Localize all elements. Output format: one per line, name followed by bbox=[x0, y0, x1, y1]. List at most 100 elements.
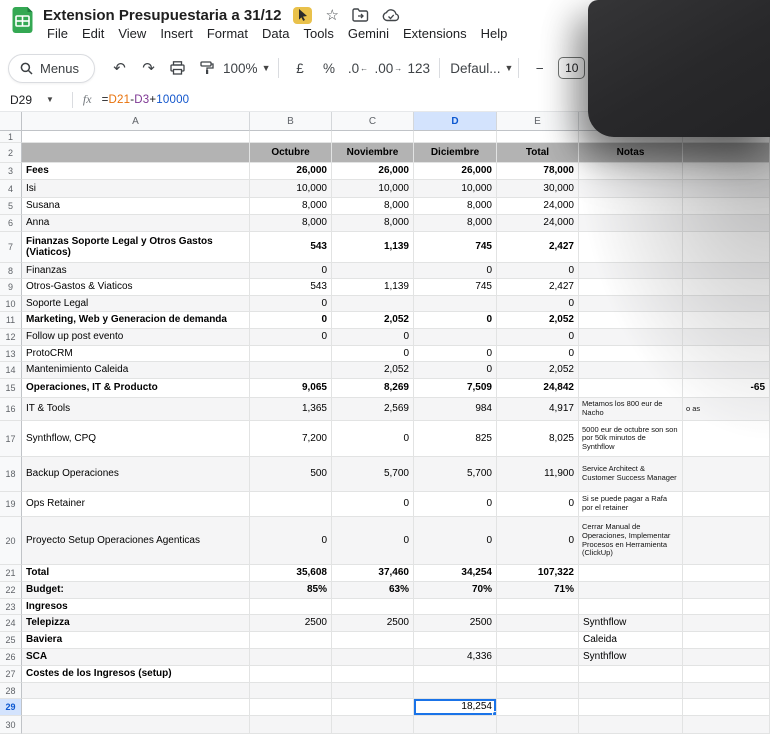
redo-button[interactable]: ↷ bbox=[136, 56, 161, 80]
cell-D16[interactable]: 984 bbox=[414, 398, 497, 421]
cell-E18[interactable]: 11,900 bbox=[497, 457, 579, 492]
cell-C6[interactable]: 8,000 bbox=[332, 215, 414, 232]
cell-C13[interactable]: 0 bbox=[332, 346, 414, 362]
cell-E4[interactable]: 30,000 bbox=[497, 180, 579, 198]
cell-D23[interactable] bbox=[414, 599, 497, 615]
cell-E24[interactable] bbox=[497, 615, 579, 632]
cell-G26[interactable] bbox=[683, 649, 770, 666]
cell-B1[interactable] bbox=[250, 131, 332, 143]
cell-B9[interactable]: 543 bbox=[250, 279, 332, 296]
cell-C3[interactable]: 26,000 bbox=[332, 163, 414, 180]
document-title[interactable]: Extension Presupuestaria a 31/12 bbox=[43, 7, 281, 24]
row-header-28[interactable]: 28 bbox=[0, 683, 22, 699]
cell-A23[interactable]: Ingresos bbox=[22, 599, 250, 615]
cell-A28[interactable] bbox=[22, 683, 250, 699]
cell-D8[interactable]: 0 bbox=[414, 263, 497, 279]
cell-B13[interactable] bbox=[250, 346, 332, 362]
cell-C11[interactable]: 2,052 bbox=[332, 312, 414, 329]
row-header-21[interactable]: 21 bbox=[0, 565, 22, 582]
cell-E29[interactable] bbox=[497, 699, 579, 716]
cell-E6[interactable]: 24,000 bbox=[497, 215, 579, 232]
menu-item-data[interactable]: Data bbox=[255, 25, 296, 42]
font-select[interactable]: Defaul...▼ bbox=[448, 56, 510, 80]
menu-item-view[interactable]: View bbox=[111, 25, 153, 42]
cell-B8[interactable]: 0 bbox=[250, 263, 332, 279]
row-header-23[interactable]: 23 bbox=[0, 599, 22, 615]
row-header-15[interactable]: 15 bbox=[0, 379, 22, 398]
cell-C1[interactable] bbox=[332, 131, 414, 143]
cell-G22[interactable] bbox=[683, 582, 770, 599]
cell-C21[interactable]: 37,460 bbox=[332, 565, 414, 582]
cell-E23[interactable] bbox=[497, 599, 579, 615]
column-header-C[interactable]: C bbox=[332, 112, 414, 131]
cell-D11[interactable]: 0 bbox=[414, 312, 497, 329]
cell-F2[interactable]: Notas bbox=[579, 143, 683, 163]
cell-D21[interactable]: 34,254 bbox=[414, 565, 497, 582]
cell-E8[interactable]: 0 bbox=[497, 263, 579, 279]
cell-D13[interactable]: 0 bbox=[414, 346, 497, 362]
cell-F6[interactable] bbox=[579, 215, 683, 232]
cell-D29[interactable]: 18,254 bbox=[414, 699, 497, 716]
format-currency-button[interactable]: £ bbox=[287, 56, 312, 80]
cell-F5[interactable] bbox=[579, 198, 683, 215]
cell-C29[interactable] bbox=[332, 699, 414, 716]
cell-A16[interactable]: IT & Tools bbox=[22, 398, 250, 421]
menu-item-help[interactable]: Help bbox=[474, 25, 515, 42]
column-header-E[interactable]: E bbox=[497, 112, 579, 131]
cell-D12[interactable] bbox=[414, 329, 497, 346]
cell-D30[interactable] bbox=[414, 716, 497, 734]
cell-F20[interactable]: Cerrar Manual de Operaciones, Implementa… bbox=[579, 517, 683, 565]
cell-D15[interactable]: 7,509 bbox=[414, 379, 497, 398]
row-header-9[interactable]: 9 bbox=[0, 279, 22, 296]
cell-E5[interactable]: 24,000 bbox=[497, 198, 579, 215]
cell-F27[interactable] bbox=[579, 666, 683, 683]
cell-E7[interactable]: 2,427 bbox=[497, 232, 579, 263]
menus-search-button[interactable]: Menus bbox=[8, 54, 95, 83]
undo-button[interactable]: ↶ bbox=[107, 56, 132, 80]
increase-decimal-button[interactable]: .00→ bbox=[374, 56, 402, 80]
cell-C24[interactable]: 2500 bbox=[332, 615, 414, 632]
cell-G17[interactable] bbox=[683, 421, 770, 457]
cell-C18[interactable]: 5,700 bbox=[332, 457, 414, 492]
cell-A13[interactable]: ProtoCRM bbox=[22, 346, 250, 362]
cell-G2[interactable] bbox=[683, 143, 770, 163]
cell-A25[interactable]: Baviera bbox=[22, 632, 250, 649]
cell-A2[interactable] bbox=[22, 143, 250, 163]
cell-C9[interactable]: 1,139 bbox=[332, 279, 414, 296]
cell-E14[interactable]: 2,052 bbox=[497, 362, 579, 379]
cell-D4[interactable]: 10,000 bbox=[414, 180, 497, 198]
cell-E25[interactable] bbox=[497, 632, 579, 649]
cell-B2[interactable]: Octubre bbox=[250, 143, 332, 163]
cell-D3[interactable]: 26,000 bbox=[414, 163, 497, 180]
cell-B10[interactable]: 0 bbox=[250, 296, 332, 312]
cell-F22[interactable] bbox=[579, 582, 683, 599]
cell-A19[interactable]: Ops Retainer bbox=[22, 492, 250, 517]
cell-C30[interactable] bbox=[332, 716, 414, 734]
cell-F18[interactable]: Service Architect & Customer Success Man… bbox=[579, 457, 683, 492]
row-header-1[interactable]: 1 bbox=[0, 131, 22, 143]
cell-A11[interactable]: Marketing, Web y Generacion de demanda bbox=[22, 312, 250, 329]
move-folder-icon[interactable] bbox=[352, 8, 369, 22]
cell-F14[interactable] bbox=[579, 362, 683, 379]
cell-F7[interactable] bbox=[579, 232, 683, 263]
cell-G19[interactable] bbox=[683, 492, 770, 517]
cell-E10[interactable]: 0 bbox=[497, 296, 579, 312]
row-header-20[interactable]: 20 bbox=[0, 517, 22, 565]
cloud-status-icon[interactable] bbox=[382, 9, 400, 22]
cell-B6[interactable]: 8,000 bbox=[250, 215, 332, 232]
number-format-button[interactable]: 123 bbox=[406, 56, 431, 80]
cell-F3[interactable] bbox=[579, 163, 683, 180]
cell-F30[interactable] bbox=[579, 716, 683, 734]
cell-E3[interactable]: 78,000 bbox=[497, 163, 579, 180]
cell-C2[interactable]: Noviembre bbox=[332, 143, 414, 163]
cell-A4[interactable]: Isi bbox=[22, 180, 250, 198]
cell-D18[interactable]: 5,700 bbox=[414, 457, 497, 492]
cell-C22[interactable]: 63% bbox=[332, 582, 414, 599]
zoom-select[interactable]: 100%▼ bbox=[223, 56, 270, 80]
formula-input[interactable]: =D21-D3+10000 bbox=[102, 94, 190, 106]
menu-item-format[interactable]: Format bbox=[200, 25, 255, 42]
cell-E20[interactable]: 0 bbox=[497, 517, 579, 565]
cell-C28[interactable] bbox=[332, 683, 414, 699]
cell-E15[interactable]: 24,842 bbox=[497, 379, 579, 398]
row-header-14[interactable]: 14 bbox=[0, 362, 22, 379]
